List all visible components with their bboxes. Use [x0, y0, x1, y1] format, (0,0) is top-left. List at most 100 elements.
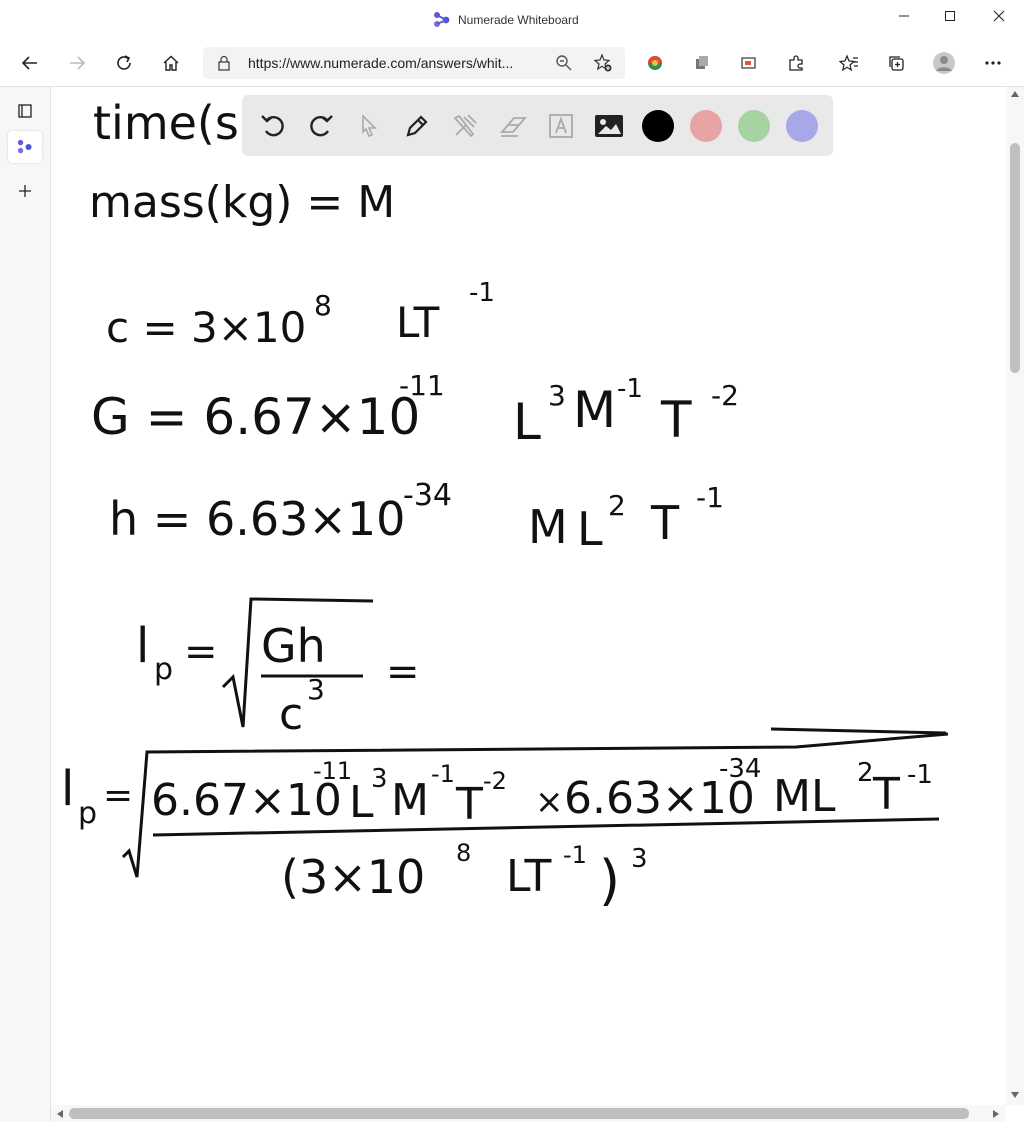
profile-avatar-icon	[933, 52, 955, 74]
ink-G-L: L	[513, 393, 541, 451]
ink-big-num-T-exp: -2	[483, 767, 507, 795]
ink-big-num-x: ×	[535, 782, 564, 822]
pointer-icon	[362, 114, 377, 137]
maximize-icon	[945, 11, 955, 21]
ink-h-L: L	[577, 502, 603, 556]
ink-h-L-exp: 2	[608, 489, 626, 522]
redo-button[interactable]	[304, 109, 338, 143]
ink-big-den-exp: 8	[456, 839, 471, 867]
ink-big-num-L-exp: 3	[371, 764, 388, 794]
back-icon	[21, 56, 37, 70]
refresh-button[interactable]	[109, 48, 139, 78]
ink-big-den: (3×10	[281, 850, 425, 904]
ink-G-T-exp: -2	[711, 379, 739, 412]
favorites-button[interactable]	[834, 48, 864, 78]
pen-icon	[406, 115, 428, 137]
undo-button[interactable]	[256, 109, 290, 143]
extension-color-button[interactable]	[640, 48, 670, 78]
vertical-scroll-thumb[interactable]	[1010, 143, 1020, 373]
add-favorite-icon[interactable]	[593, 53, 613, 73]
close-button[interactable]	[975, 0, 1023, 32]
home-button[interactable]	[156, 48, 186, 78]
scroll-down-arrow-icon[interactable]	[1011, 1092, 1019, 1098]
ink-G-M-exp: -1	[617, 374, 643, 404]
color-green-swatch[interactable]	[738, 110, 770, 142]
extension-screen-button[interactable]	[734, 48, 764, 78]
ink-big-num-T2-exp: -1	[907, 760, 933, 790]
scroll-left-arrow-icon[interactable]	[57, 1110, 63, 1118]
color-blue-swatch[interactable]	[786, 110, 818, 142]
ink-lp-num: Gh	[261, 619, 326, 673]
maximize-button[interactable]	[926, 0, 974, 32]
forward-button[interactable]	[62, 48, 92, 78]
extension-screen-icon	[741, 57, 756, 69]
ink-c-exp: 8	[314, 289, 332, 322]
ink-big-lp-sub: p	[78, 796, 97, 831]
ink-h-T-exp: -1	[696, 481, 724, 514]
numerade-tab[interactable]	[8, 131, 42, 163]
whiteboard-canvas[interactable]: time(s mass(kg) = M c = 3×10 8 LT -1 G =…	[51, 87, 1006, 1105]
zoom-icon[interactable]	[555, 54, 572, 71]
profile-button[interactable]	[929, 48, 959, 78]
ink-c-lhs: c = 3×10	[106, 303, 306, 352]
collections-button[interactable]	[881, 48, 911, 78]
ink-lp-den-exp: 3	[307, 673, 325, 706]
ink-c-unit: LT	[396, 298, 440, 347]
image-button[interactable]	[592, 109, 626, 143]
ink-big-num-M-exp: -1	[431, 760, 455, 788]
redo-icon	[310, 115, 333, 137]
ink-big-den-close: )	[599, 849, 620, 912]
ink-lp-trail: =	[386, 649, 420, 695]
new-tab-icon	[19, 185, 31, 197]
tab-actions-button[interactable]	[8, 95, 42, 127]
ink-big-num-2-exp: -34	[719, 754, 761, 784]
ink-big-lp-label: l	[61, 761, 74, 817]
extension-color-icon	[648, 56, 662, 70]
ink-lp-den: c	[279, 689, 303, 740]
color-red-swatch[interactable]	[690, 110, 722, 142]
ink-h-lhs: h = 6.63×10	[109, 492, 405, 546]
ink-big-den-unit-exp: -1	[563, 841, 587, 869]
vertical-scrollbar[interactable]	[1006, 87, 1024, 1105]
tab-actions-icon	[18, 104, 32, 118]
window-titlebar: Numerade Whiteboard	[0, 0, 1024, 40]
image-icon	[595, 115, 623, 137]
window-title: Numerade Whiteboard	[458, 13, 579, 27]
eraser-button[interactable]	[496, 109, 530, 143]
horizontal-scrollbar[interactable]	[51, 1105, 1006, 1122]
browser-toolbar: https://www.numerade.com/answers/whit...	[0, 40, 1024, 87]
minimize-button[interactable]	[880, 0, 928, 32]
scroll-up-arrow-icon[interactable]	[1011, 91, 1019, 97]
address-bar[interactable]: https://www.numerade.com/answers/whit...	[203, 47, 625, 79]
ink-h-M: M	[528, 500, 568, 554]
color-black-swatch[interactable]	[642, 110, 674, 142]
text-button[interactable]	[544, 109, 578, 143]
handwritten-content: time(s mass(kg) = M c = 3×10 8 LT -1 G =…	[61, 96, 949, 912]
tools-icon	[453, 114, 477, 138]
ink-lp-eq: =	[184, 629, 218, 675]
minimize-icon	[899, 15, 909, 17]
numerade-logo-icon	[434, 12, 450, 27]
new-tab-button[interactable]	[8, 175, 42, 207]
pointer-button[interactable]	[352, 109, 386, 143]
scroll-right-arrow-icon[interactable]	[993, 1110, 999, 1118]
whiteboard-toolbar	[242, 95, 833, 156]
ink-big-num-ML-exp: 2	[857, 758, 874, 788]
pen-button[interactable]	[400, 109, 434, 143]
favorites-icon	[839, 54, 858, 72]
home-icon	[163, 55, 179, 71]
tools-button[interactable]	[448, 109, 482, 143]
numerade-tab-icon	[17, 139, 32, 154]
back-button[interactable]	[15, 48, 45, 78]
ink-G-lhs: G = 6.67×10	[91, 388, 420, 446]
more-button[interactable]	[978, 48, 1008, 78]
extensions-button[interactable]	[781, 48, 811, 78]
horizontal-scroll-thumb[interactable]	[69, 1108, 969, 1119]
ink-big-num-ML: ML	[773, 771, 836, 822]
ink-lp-sub: p	[154, 652, 173, 687]
vertical-tabs-sidebar	[0, 87, 51, 1122]
extension-cube-button[interactable]	[687, 48, 717, 78]
ink-big-lp-eq: =	[103, 775, 133, 816]
forward-icon	[70, 56, 86, 70]
ink-big-num-T2: T	[872, 769, 900, 820]
